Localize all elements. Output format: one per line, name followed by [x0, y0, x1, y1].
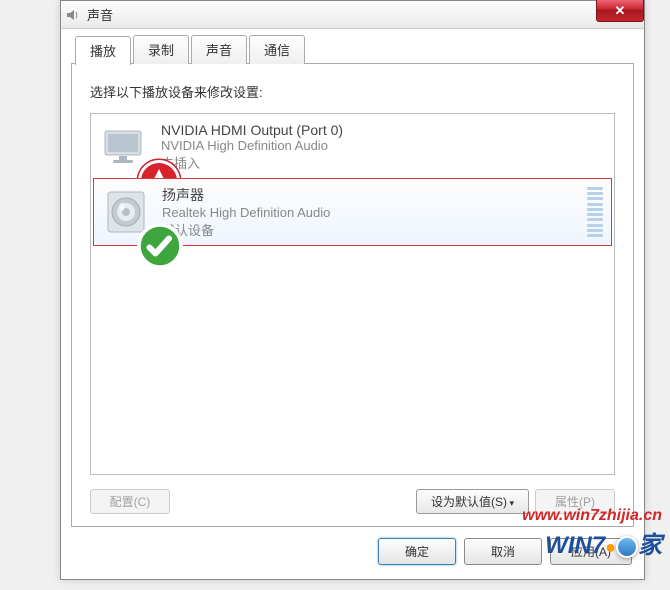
device-status: 默认设备	[162, 220, 579, 239]
device-info: 扬声器 Realtek High Definition Audio 默认设备	[162, 185, 579, 239]
cancel-button[interactable]: 取消	[464, 538, 542, 565]
tab-playback[interactable]: 播放	[75, 36, 131, 65]
default-check-badge-icon	[136, 222, 152, 238]
device-info: NVIDIA HDMI Output (Port 0) NVIDIA High …	[161, 122, 604, 172]
sound-dialog: 声音 ✕ 播放 录制 声音 通信 选择以下播放设备来修改设置:	[60, 0, 645, 580]
dialog-footer: 确定 取消 应用(A)	[71, 528, 634, 569]
level-meter	[587, 187, 603, 237]
device-status: 未插入	[161, 153, 604, 172]
device-driver: NVIDIA High Definition Audio	[161, 138, 604, 153]
speaker-icon	[102, 188, 150, 236]
device-item-speakers[interactable]: 扬声器 Realtek High Definition Audio 默认设备	[93, 178, 612, 246]
device-item-hdmi[interactable]: NVIDIA HDMI Output (Port 0) NVIDIA High …	[93, 116, 612, 178]
tab-communications[interactable]: 通信	[249, 35, 305, 64]
apply-button[interactable]: 应用(A)	[550, 538, 632, 565]
window-title: 声音	[87, 5, 113, 24]
set-default-button[interactable]: 设为默认值(S)	[416, 489, 529, 514]
monitor-icon	[101, 123, 149, 171]
close-icon: ✕	[615, 3, 626, 19]
properties-button[interactable]: 属性(P)	[535, 489, 615, 514]
tab-sounds[interactable]: 声音	[191, 35, 247, 64]
device-list[interactable]: NVIDIA HDMI Output (Port 0) NVIDIA High …	[90, 113, 615, 475]
device-name: NVIDIA HDMI Output (Port 0)	[161, 122, 604, 138]
unplugged-badge-icon	[135, 157, 151, 173]
panel-instruction: 选择以下播放设备来修改设置:	[90, 82, 615, 101]
dialog-body: 播放 录制 声音 通信 选择以下播放设备来修改设置:	[61, 29, 644, 579]
sound-icon	[65, 7, 81, 23]
configure-button[interactable]: 配置(C)	[90, 489, 170, 514]
playback-panel: 选择以下播放设备来修改设置:	[71, 63, 634, 527]
close-button[interactable]: ✕	[596, 0, 644, 22]
tab-strip: 播放 录制 声音 通信	[75, 35, 634, 64]
device-driver: Realtek High Definition Audio	[162, 205, 579, 220]
panel-button-row: 配置(C) 设为默认值(S) 属性(P)	[90, 489, 615, 514]
titlebar: 声音 ✕	[61, 1, 644, 29]
ok-button[interactable]: 确定	[378, 538, 456, 565]
tab-recording[interactable]: 录制	[133, 35, 189, 64]
device-name: 扬声器	[162, 185, 579, 205]
